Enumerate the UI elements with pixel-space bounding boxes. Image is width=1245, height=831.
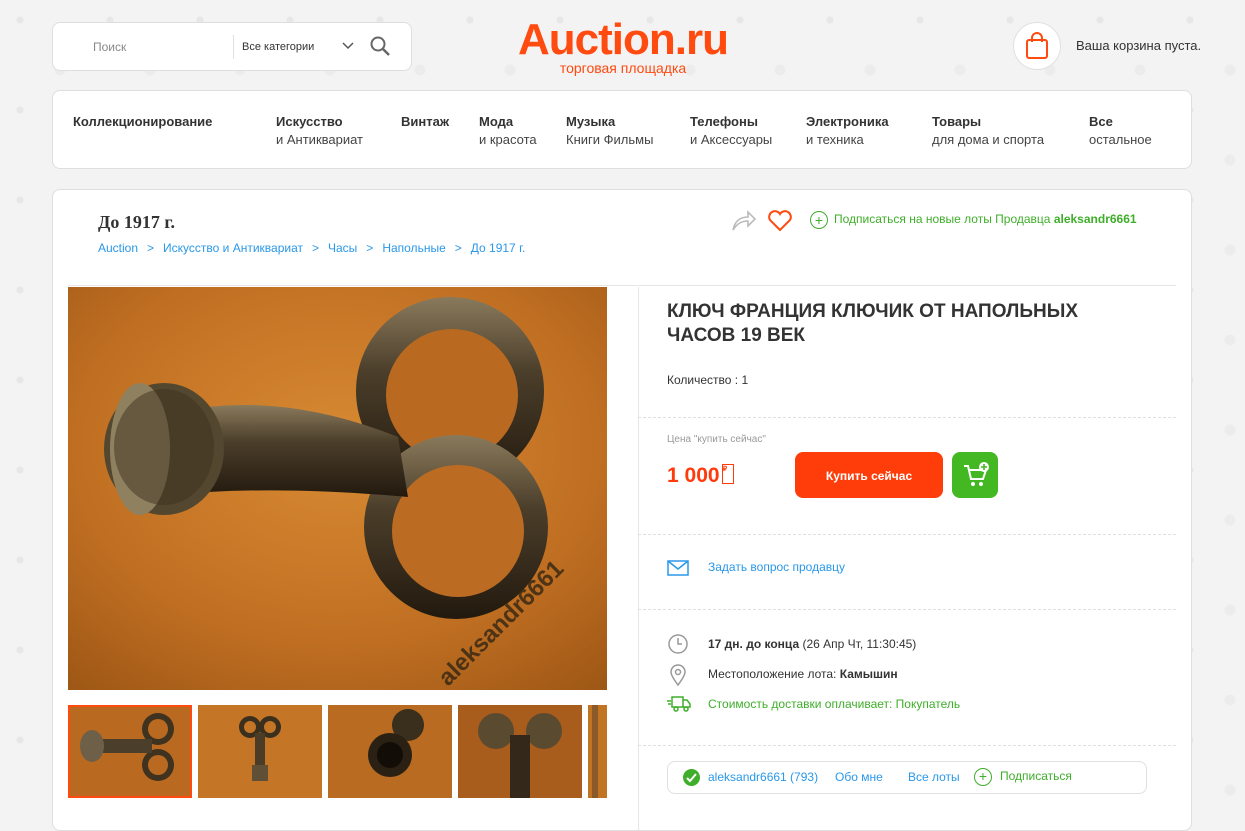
time-left-value: 17 дн. до конца (708, 637, 800, 651)
breadcrumb-separator: > (311, 241, 319, 255)
nav-item-music[interactable]: Музыка Книги Фильмы (566, 113, 653, 149)
shopping-bag-icon (1026, 32, 1048, 59)
price-label: Цена "купить сейчас" (667, 434, 766, 445)
add-to-cart-button[interactable] (952, 452, 998, 498)
thumbnail[interactable] (588, 705, 607, 798)
divider (638, 609, 1176, 610)
plus-icon: + (810, 211, 828, 229)
share-icon[interactable] (731, 210, 757, 232)
divider (638, 287, 639, 830)
nav-label: Телефоны (690, 114, 758, 129)
time-left: 17 дн. до конца (26 Апр Чт, 11:30:45) (667, 634, 917, 654)
breadcrumb-separator: > (454, 241, 462, 255)
divider (68, 285, 1176, 286)
currency-icon: ₽ (721, 464, 734, 484)
lot-card: До 1917 г. Auction > Искусство и Антиквари… (52, 189, 1192, 831)
subscribe-button[interactable]: + Подписаться (974, 768, 1072, 786)
category-nav: Коллекционирование Искусство и Антиквариа… (52, 90, 1192, 169)
subscribe-label: Подписаться (1000, 769, 1072, 784)
lot-photo-main[interactable]: aleksandr6661 (68, 287, 607, 690)
search-bar: Поиск Все категории (52, 22, 412, 71)
search-icon[interactable] (369, 35, 391, 57)
ask-seller-text: Задать вопрос продавцу (708, 560, 846, 574)
breadcrumb-separator: > (366, 241, 374, 255)
breadcrumb-link[interactable]: Auction (98, 241, 138, 255)
envelope-icon (667, 560, 689, 576)
cart-add-icon (964, 462, 989, 486)
ask-seller-link[interactable]: Задать вопрос продавцу (667, 560, 846, 576)
nav-label: Мода (479, 114, 514, 129)
nav-item-fashion[interactable]: Мода и красота (479, 113, 537, 149)
nav-item-vintage[interactable]: Винтаж (401, 113, 449, 131)
nav-sublabel: и Антиквариат (276, 132, 364, 147)
nav-label: Искусство (276, 114, 343, 129)
shipping-info: Стоимость доставки оплачивает: Покупател… (667, 696, 961, 712)
thumbnail[interactable] (328, 705, 452, 798)
cart-button[interactable] (1013, 22, 1061, 70)
category-select[interactable]: Все категории (233, 35, 314, 59)
clock-key-image: aleksandr6661 (68, 287, 607, 690)
verified-check-icon (683, 769, 700, 786)
cart-status: Ваша корзина пуста. (1076, 38, 1202, 53)
plus-icon: + (974, 768, 992, 786)
nav-item-other[interactable]: Все остальное (1089, 113, 1152, 149)
nav-label: Музыка (566, 114, 616, 129)
seller-bar: aleksandr6661 (793) Обо мне Все лоты + По… (667, 761, 1147, 794)
nav-sublabel: остальное (1089, 132, 1152, 147)
seller-profile-link[interactable]: aleksandr6661 (793) (708, 770, 818, 784)
location-value: Камышин (839, 667, 898, 681)
price: 1 000 ₽ (667, 464, 734, 488)
heart-icon[interactable] (767, 210, 793, 232)
divider (638, 745, 1176, 746)
nav-label: Винтаж (401, 114, 450, 129)
about-seller-link[interactable]: Обо мне (835, 770, 883, 784)
nav-item-electronics[interactable]: Электроника и техника (806, 113, 889, 149)
page-title: До 1917 г. (98, 212, 176, 232)
nav-item-collecting[interactable]: Коллекционирование (73, 113, 212, 131)
nav-sublabel: и Аксессуары (690, 132, 773, 147)
end-date: (26 Апр Чт, 11:30:45) (802, 637, 917, 651)
location: Местоположение лота: Камышин (667, 664, 898, 687)
price-value: 1 000 (667, 464, 720, 487)
nav-label: Товары (932, 114, 982, 129)
delivery-truck-icon (667, 696, 691, 712)
shipping-text: Стоимость доставки оплачивает: Покупател… (708, 697, 961, 711)
thumbnail[interactable] (68, 705, 192, 798)
nav-label: Электроника (806, 114, 889, 129)
quantity: Количество : 1 (667, 373, 749, 387)
nav-sublabel: Книги Фильмы (566, 132, 654, 147)
breadcrumb: Auction > Искусство и Антиквариат > Часы > Нап… (98, 241, 525, 255)
breadcrumb-separator: > (147, 241, 155, 255)
subscribe-text: Подписаться на новые лоты Продавца (834, 212, 1051, 226)
nav-item-home-goods[interactable]: Товары для дома и спорта (932, 113, 1044, 149)
lot-title: КЛЮЧ ФРАНЦИЯ КЛЮЧИК ОТ НАПОЛЬНЫХ ЧАСОВ 1… (667, 301, 1078, 346)
seller-name: aleksandr6661 (1053, 212, 1137, 226)
nav-label: Коллекционирование (73, 114, 213, 129)
divider (638, 417, 1176, 418)
location-pin-icon (670, 664, 686, 687)
breadcrumb-link[interactable]: До 1917 г. (471, 241, 526, 255)
breadcrumb-link[interactable]: Напольные (382, 241, 445, 255)
nav-item-phones[interactable]: Телефоны и Аксессуары (690, 113, 772, 149)
site-logo[interactable]: Auction.ru торговая площадка (508, 15, 738, 77)
nav-sublabel: и красота (479, 132, 537, 147)
breadcrumb-link[interactable]: Искусство и Антиквариат (163, 241, 303, 255)
logo-name: Auction.ru (518, 15, 729, 64)
nav-label: Все (1089, 114, 1113, 129)
thumbnail[interactable] (458, 705, 582, 798)
divider (638, 534, 1176, 535)
nav-sublabel: для дома и спорта (932, 132, 1045, 147)
buy-now-button[interactable]: Купить сейчас (795, 452, 943, 498)
nav-item-art[interactable]: Искусство и Антиквариат (276, 113, 363, 149)
all-lots-link[interactable]: Все лоты (908, 770, 960, 784)
subscribe-seller-link[interactable]: + Подписаться на новые лоты Продавца ale… (810, 211, 1137, 229)
location-label: Местоположение лота: (708, 667, 837, 681)
chevron-down-icon[interactable] (341, 39, 355, 53)
nav-sublabel: и техника (806, 132, 864, 147)
breadcrumb-link[interactable]: Часы (328, 241, 357, 255)
search-input[interactable]: Поиск (93, 40, 126, 54)
thumbnail[interactable] (198, 705, 322, 798)
clock-icon (668, 634, 688, 654)
